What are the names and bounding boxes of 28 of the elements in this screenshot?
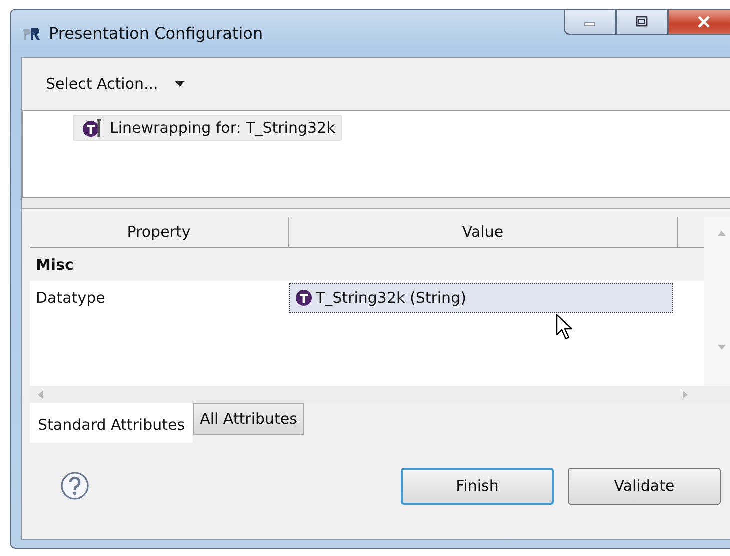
maximize-icon (635, 16, 649, 28)
minimize-button[interactable] (564, 10, 616, 35)
scroll-down-icon (717, 344, 727, 352)
select-action-dropdown[interactable]: Select Action... (32, 71, 202, 97)
tab[interactable]: Standard Attributes (30, 403, 194, 443)
dropdown-arrow-icon (174, 80, 186, 88)
help-icon (60, 471, 90, 501)
tab[interactable]: All Attributes (193, 403, 304, 435)
property-name: Datatype (35, 288, 106, 306)
action-list-item[interactable]: Linewrapping for: T_String32k (73, 115, 342, 141)
property-value[interactable]: T_String32k (String) (289, 282, 673, 312)
column-header[interactable]: Value (289, 217, 678, 247)
vertical-scrollbar[interactable] (704, 217, 730, 386)
type-icon (296, 290, 312, 306)
dialog-button[interactable]: Validate (568, 468, 721, 504)
help-button[interactable] (60, 471, 90, 501)
column-header[interactable]: Property (30, 217, 289, 247)
type-wrench-icon (82, 118, 104, 138)
app-logo-icon (21, 26, 43, 42)
scroll-left-icon (36, 390, 44, 400)
close-button[interactable] (668, 10, 730, 35)
maximize-button[interactable] (616, 10, 668, 35)
close-icon (697, 16, 711, 28)
window-title: Presentation Configuration (49, 24, 264, 43)
dialog-button[interactable]: Finish (401, 468, 554, 504)
category-label: Misc (36, 256, 74, 274)
scroll-up-icon (717, 229, 727, 237)
scroll-right-icon (682, 390, 690, 400)
